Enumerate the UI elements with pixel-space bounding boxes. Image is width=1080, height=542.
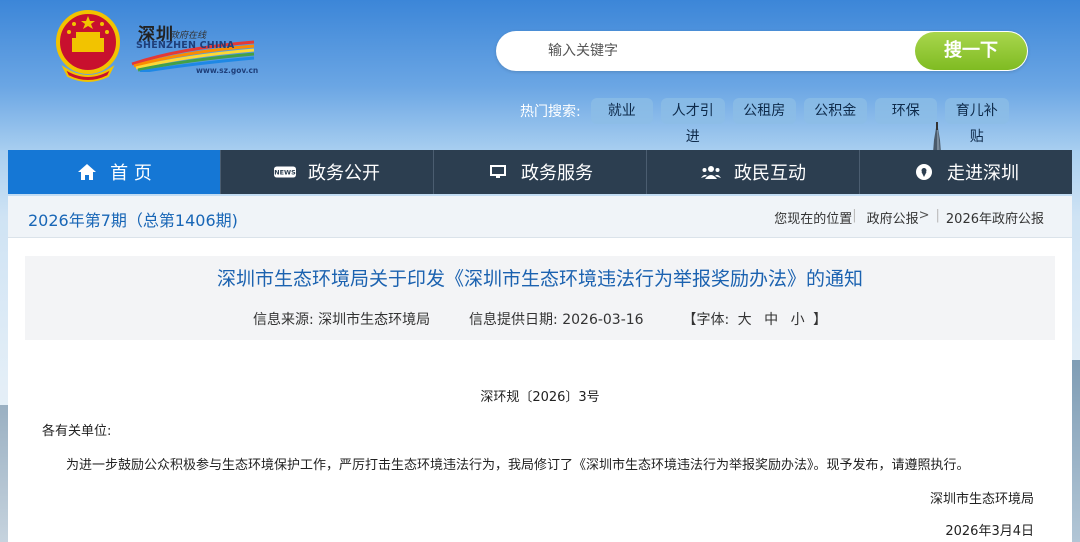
date-value: 2026-03-16 <box>562 312 644 328</box>
nav-public-interaction[interactable]: 政民互动 <box>647 150 860 194</box>
article-meta: 信息来源: 深圳市生态环境局 信息提供日期: 2026-03-16 【字体: 大… <box>25 309 1055 329</box>
font-medium-button[interactable]: 中 <box>764 312 778 328</box>
article-title: 深圳市生态环境局关于印发《深圳市生态环境违法行为举报奖励办法》的通知 <box>216 268 863 290</box>
background-building-right <box>1072 360 1080 542</box>
nav-home-label: 首 页 <box>110 163 152 184</box>
article-signer: 深圳市生态环境局 <box>929 492 1034 507</box>
breadcrumb-government-gazette[interactable]: 政府公报 <box>867 208 919 227</box>
source-label: 信息来源: <box>252 312 314 328</box>
date-label: 信息提供日期: <box>469 312 558 328</box>
nav-government-services[interactable]: 政务服务 <box>434 150 647 194</box>
nav-about-shenzhen-label: 走进深圳 <box>947 163 1019 184</box>
background-building-left <box>0 405 8 542</box>
issue-number: 2026年第7期（总第1406期) <box>28 211 238 230</box>
hot-tag-environment[interactable]: 环保 <box>874 98 937 124</box>
search-bar: 搜一下 <box>496 31 1028 71</box>
nav-about-shenzhen[interactable]: 走进深圳 <box>860 150 1072 194</box>
breadcrumb-divider-2: | <box>935 208 940 223</box>
breadcrumb-bar: 2026年第7期（总第1406期) 您现在的位置 | 政府公报 > | 2026… <box>8 196 1072 238</box>
hot-tag-talent[interactable]: 人才引进 <box>660 98 725 145</box>
hot-tag-housing-fund[interactable]: 公积金 <box>803 98 867 124</box>
svg-text:NEWS: NEWS <box>274 169 296 177</box>
hot-search-bar: 热门搜索: 就业 人才引进 公租房 公积金 环保 育儿补贴 <box>520 98 1017 145</box>
site-logo[interactable]: 深圳 政府在线 SHENZHEN CHINA www.sz.gov.cn <box>130 20 258 78</box>
nav-government-affairs-label: 政务公开 <box>308 163 380 184</box>
breadcrumb: 您现在的位置 | 政府公报 > | 2026年政府公报 <box>774 208 1044 227</box>
article-container: 深圳市生态环境局关于印发《深圳市生态环境违法行为举报奖励办法》的通知 信息来源:… <box>8 238 1072 542</box>
breadcrumb-separator: > <box>918 208 930 223</box>
font-size-label: 【字体: <box>682 312 730 328</box>
nav-public-interaction-label: 政民互动 <box>734 163 806 184</box>
search-input[interactable] <box>548 40 908 62</box>
main-nav: 首 页 NEWS 政务公开 政务服务 政民互动 走进深圳 <box>8 150 1072 194</box>
article-greeting: 各有关单位: <box>42 424 112 439</box>
font-large-button[interactable]: 大 <box>738 312 752 328</box>
users-icon <box>700 162 722 182</box>
monitor-icon <box>487 162 509 182</box>
logo-url-text: www.sz.gov.cn <box>196 66 259 75</box>
article-header: 深圳市生态环境局关于印发《深圳市生态环境违法行为举报奖励办法》的通知 信息来源:… <box>25 256 1055 340</box>
font-small-button[interactable]: 小 <box>791 312 805 328</box>
article-sign-date: 2026年3月4日 <box>945 524 1034 539</box>
font-size-end: 】 <box>813 312 828 328</box>
logo-english-text: SHENZHEN CHINA <box>136 40 235 51</box>
breadcrumb-divider: | <box>852 208 857 223</box>
breadcrumb-you-are-here: 您现在的位置 <box>774 212 853 227</box>
document-number: 深环规〔2026〕3号 <box>480 390 600 405</box>
hot-tag-childcare-subsidy[interactable]: 育儿补贴 <box>944 98 1009 145</box>
hot-search-label: 热门搜索: <box>520 104 581 120</box>
source-value: 深圳市生态环境局 <box>318 312 431 328</box>
home-icon <box>76 162 98 182</box>
nav-government-services-label: 政务服务 <box>521 163 593 184</box>
article-body: 为进一步鼓励公众积极参与生态环境保护工作，严厉打击生态环境违法行为，我局修订了《… <box>66 458 970 473</box>
nav-government-affairs[interactable]: NEWS 政务公开 <box>221 150 434 194</box>
nav-home[interactable]: 首 页 <box>8 150 221 194</box>
search-button[interactable]: 搜一下 <box>915 32 1027 70</box>
news-icon: NEWS <box>274 162 296 182</box>
location-icon <box>913 162 935 182</box>
national-emblem-icon[interactable] <box>54 8 122 84</box>
breadcrumb-gazette-2026[interactable]: 2026年政府公报 <box>946 208 1044 227</box>
hot-tag-public-housing[interactable]: 公租房 <box>732 98 796 124</box>
hot-tag-employment[interactable]: 就业 <box>590 98 653 124</box>
